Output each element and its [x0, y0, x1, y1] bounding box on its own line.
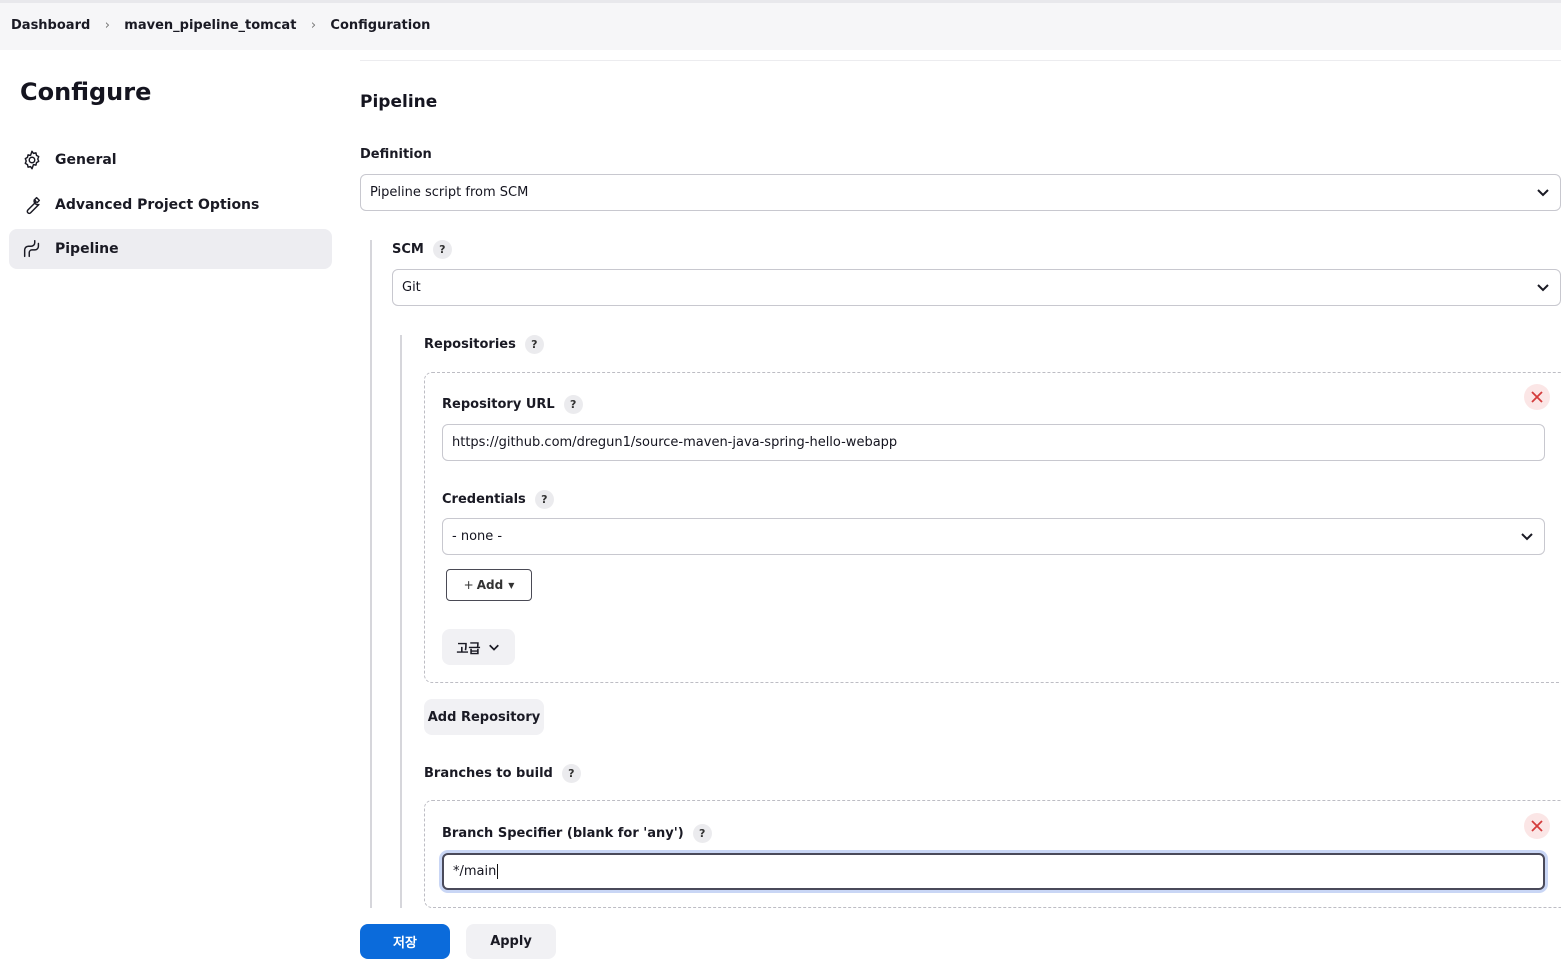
- repositories-label-text: Repositories: [424, 337, 516, 352]
- scm-help-icon[interactable]: ?: [432, 240, 452, 259]
- breadcrumb-job[interactable]: maven_pipeline_tomcat: [124, 18, 296, 33]
- remove-repository-button[interactable]: [1524, 384, 1550, 410]
- plus-icon: +: [463, 578, 474, 592]
- apply-label: Apply: [490, 934, 532, 949]
- sidebar-title: Configure: [20, 78, 152, 106]
- repository-url-label-text: Repository URL: [442, 397, 555, 412]
- remove-branch-button[interactable]: [1524, 813, 1550, 839]
- definition-label-text: Definition: [360, 147, 432, 162]
- sidebar-item-advanced-project-options[interactable]: Advanced Project Options: [9, 185, 332, 225]
- save-button[interactable]: 저장: [360, 924, 450, 959]
- add-repository-label: Add Repository: [427, 709, 541, 725]
- repositories-help-icon[interactable]: ?: [524, 335, 544, 354]
- close-icon: [1531, 820, 1543, 832]
- definition-value: Pipeline script from SCM: [370, 185, 529, 200]
- branch-specifier-label-text: Branch Specifier (blank for 'any'): [442, 826, 684, 841]
- section-title: Pipeline: [360, 92, 438, 112]
- chevron-down-icon: [1536, 280, 1550, 294]
- chevron-right-icon: ›: [104, 18, 110, 33]
- credentials-help-icon[interactable]: ?: [534, 490, 554, 509]
- scm-label: SCM ?: [392, 240, 452, 259]
- chevron-down-icon: [488, 641, 500, 653]
- git-nesting-line: [400, 335, 402, 908]
- wrench-icon: [20, 193, 44, 217]
- definition-select[interactable]: Pipeline script from SCM: [360, 174, 1561, 211]
- repository-url-help-icon[interactable]: ?: [563, 395, 583, 414]
- branch-specifier-input[interactable]: */main: [442, 853, 1545, 890]
- branch-specifier-help-icon[interactable]: ?: [692, 824, 712, 843]
- breadcrumb: Dashboard › maven_pipeline_tomcat › Conf…: [11, 18, 430, 33]
- close-icon: [1531, 391, 1543, 403]
- breadcrumb-dashboard[interactable]: Dashboard: [11, 18, 90, 33]
- gear-icon: [20, 148, 44, 172]
- add-credentials-label: Add: [476, 578, 504, 592]
- credentials-label-text: Credentials: [442, 492, 526, 507]
- sidebar-item-label: Advanced Project Options: [55, 197, 260, 213]
- branch-specifier-value: */main: [453, 864, 497, 879]
- credentials-label: Credentials ?: [442, 490, 554, 509]
- apply-button[interactable]: Apply: [466, 924, 556, 959]
- branch-specifier-label: Branch Specifier (blank for 'any') ?: [442, 824, 712, 843]
- advanced-button[interactable]: 고급: [442, 629, 515, 665]
- sidebar-item-label: General: [55, 152, 117, 168]
- definition-label: Definition: [360, 147, 432, 162]
- branches-help-icon[interactable]: ?: [561, 764, 581, 783]
- breadcrumb-configuration[interactable]: Configuration: [330, 18, 430, 33]
- scm-value: Git: [402, 280, 421, 295]
- caret-down-icon: ▼: [508, 580, 515, 590]
- chevron-right-icon: ›: [310, 18, 317, 33]
- branches-label: Branches to build ?: [424, 764, 581, 783]
- pipeline-icon: [20, 237, 44, 261]
- sidebar-item-general[interactable]: General: [9, 140, 332, 180]
- divider: [360, 60, 1561, 61]
- repositories-label: Repositories ?: [424, 335, 544, 354]
- repository-url-input[interactable]: https://github.com/dregun1/source-maven-…: [442, 424, 1545, 461]
- sidebar-item-pipeline[interactable]: Pipeline: [9, 229, 332, 269]
- sidebar-item-label: Pipeline: [55, 241, 119, 257]
- credentials-value: - none -: [452, 529, 503, 544]
- breadcrumb-bar: Dashboard › maven_pipeline_tomcat › Conf…: [0, 0, 1561, 50]
- scm-nesting-line: [370, 240, 372, 908]
- add-credentials-button[interactable]: + Add ▼: [446, 569, 532, 601]
- branches-label-text: Branches to build: [424, 766, 553, 781]
- text-cursor: [497, 864, 499, 879]
- scm-label-text: SCM: [392, 242, 424, 257]
- add-repository-button[interactable]: Add Repository: [424, 699, 544, 735]
- repository-url-value: https://github.com/dregun1/source-maven-…: [452, 435, 898, 450]
- footer-bar: [0, 908, 1561, 969]
- chevron-down-icon: [1536, 185, 1550, 199]
- advanced-label: 고급: [456, 641, 481, 657]
- save-label: 저장: [393, 936, 417, 951]
- credentials-select[interactable]: - none -: [442, 518, 1545, 555]
- chevron-down-icon: [1520, 529, 1534, 543]
- repository-url-label: Repository URL ?: [442, 395, 583, 414]
- scm-select[interactable]: Git: [392, 269, 1561, 306]
